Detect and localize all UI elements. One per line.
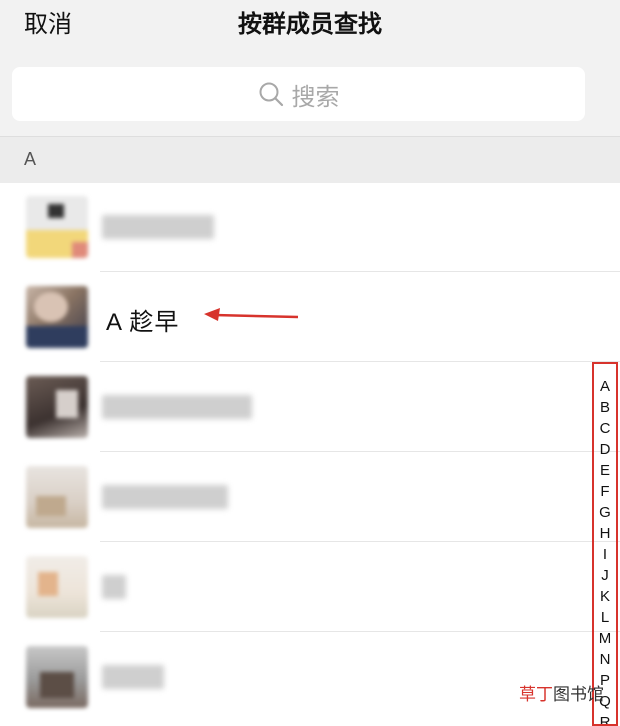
index-letter[interactable]: E bbox=[594, 460, 616, 481]
search-icon bbox=[258, 81, 284, 107]
index-letter[interactable]: C bbox=[594, 418, 616, 439]
index-letter[interactable]: J bbox=[594, 565, 616, 586]
avatar bbox=[26, 646, 88, 708]
index-letter[interactable]: R bbox=[594, 712, 616, 724]
index-letter[interactable]: B bbox=[594, 397, 616, 418]
section-header: A bbox=[0, 136, 620, 183]
index-letter[interactable]: F bbox=[594, 481, 616, 502]
index-letter[interactable]: A bbox=[594, 376, 616, 397]
index-letter[interactable]: L bbox=[594, 607, 616, 628]
top-bar: 取消 按群成员查找 搜索 bbox=[0, 0, 620, 136]
annotation-arrow bbox=[204, 308, 299, 321]
watermark-part1: 草丁 bbox=[519, 685, 553, 704]
member-name bbox=[102, 395, 252, 419]
index-letter[interactable]: D bbox=[594, 439, 616, 460]
index-letter[interactable]: M bbox=[594, 628, 616, 649]
member-name bbox=[102, 485, 228, 509]
avatar bbox=[26, 196, 88, 258]
index-letter[interactable]: N bbox=[594, 649, 616, 670]
avatar bbox=[26, 556, 88, 618]
list-item[interactable] bbox=[0, 452, 620, 542]
list-item[interactable] bbox=[0, 362, 620, 452]
search-input[interactable]: 搜索 bbox=[12, 67, 585, 121]
member-name bbox=[102, 215, 214, 239]
index-letter[interactable]: G bbox=[594, 502, 616, 523]
watermark: 草丁图书馆 bbox=[519, 680, 604, 705]
section-letter: A bbox=[24, 149, 37, 169]
list-item[interactable] bbox=[0, 632, 620, 722]
list-item[interactable]: A 趁早 bbox=[0, 272, 620, 362]
alphabet-index-bar[interactable]: ABCDEFGHIJKLMNPQR bbox=[592, 362, 618, 726]
avatar bbox=[26, 376, 88, 438]
index-letter[interactable]: H bbox=[594, 523, 616, 544]
watermark-part2: 图书馆 bbox=[553, 685, 604, 704]
member-name: A 趁早 bbox=[106, 309, 180, 336]
search-placeholder: 搜索 bbox=[291, 83, 340, 111]
member-name bbox=[102, 575, 126, 599]
index-letter[interactable]: K bbox=[594, 586, 616, 607]
index-letter[interactable]: I bbox=[594, 544, 616, 565]
member-name bbox=[102, 665, 164, 689]
list-item[interactable] bbox=[0, 182, 620, 272]
page-title: 按群成员查找 bbox=[238, 11, 382, 38]
avatar bbox=[26, 286, 88, 348]
avatar bbox=[26, 466, 88, 528]
list-item[interactable] bbox=[0, 542, 620, 632]
